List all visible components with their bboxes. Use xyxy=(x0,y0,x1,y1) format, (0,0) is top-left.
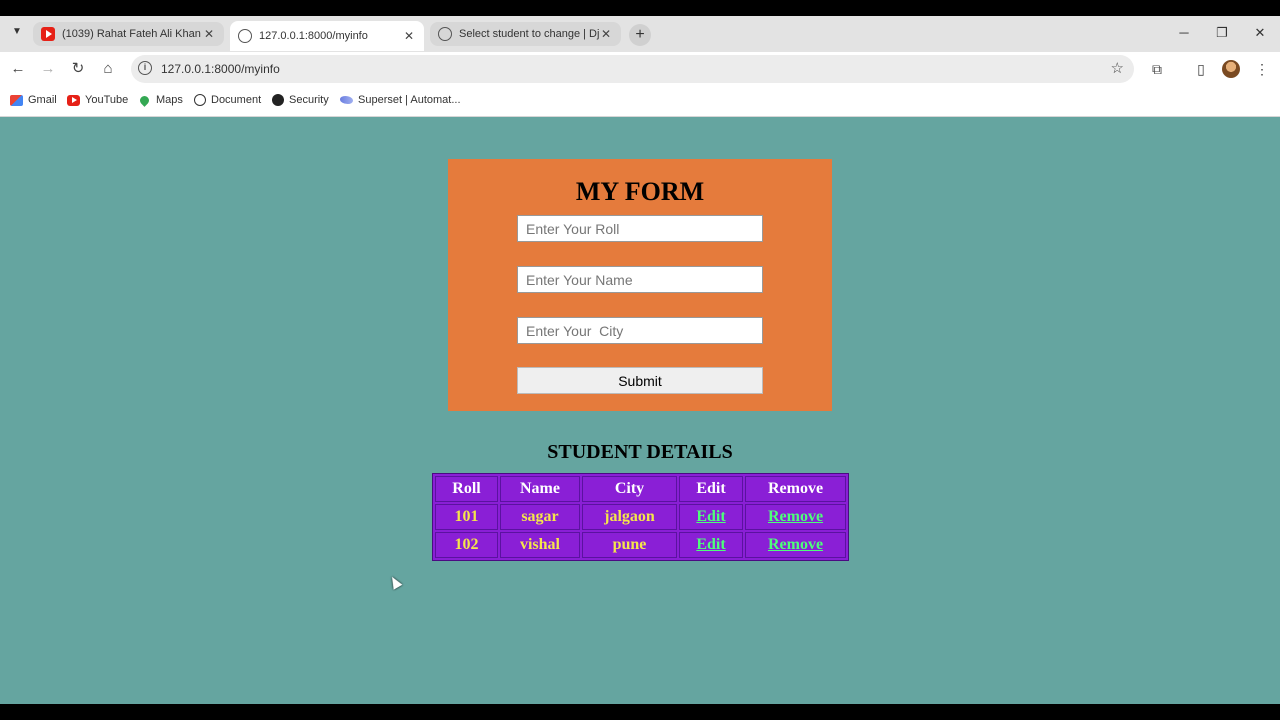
cell-name: vishal xyxy=(500,532,580,558)
student-form: MY FORM Submit xyxy=(448,159,832,411)
cell-edit: Edit xyxy=(679,532,743,558)
globe-icon xyxy=(438,27,452,41)
github-icon xyxy=(272,94,284,106)
bookmark-document[interactable]: Document xyxy=(194,94,261,106)
cell-name: sagar xyxy=(500,504,580,530)
profile-avatar-icon[interactable] xyxy=(1222,60,1240,78)
reload-icon[interactable]: ↻ xyxy=(68,59,88,79)
tab-django-admin[interactable]: Select student to change | Djan ✕ xyxy=(430,22,621,46)
star-icon[interactable]: ☆ xyxy=(1111,59,1124,77)
back-icon[interactable]: ← xyxy=(8,59,28,79)
globe-icon xyxy=(238,29,252,43)
maps-icon xyxy=(138,93,151,107)
bookmark-label: Security xyxy=(289,94,329,106)
tab-search-icon[interactable]: ▼ xyxy=(8,26,26,40)
edit-link[interactable]: Edit xyxy=(696,536,725,553)
submit-button[interactable]: Submit xyxy=(517,367,763,394)
url-text[interactable]: 127.0.0.1:8000/myinfo xyxy=(161,62,280,76)
close-window-icon[interactable]: ✕ xyxy=(1250,25,1270,41)
table-row: 102 vishal pune Edit Remove xyxy=(435,532,846,558)
menu-icon[interactable]: ⋮ xyxy=(1252,59,1272,79)
forward-icon[interactable]: → xyxy=(38,59,58,79)
mouse-cursor-icon xyxy=(387,574,403,590)
header-city: City xyxy=(582,476,677,502)
home-icon[interactable]: ⌂ xyxy=(98,59,118,79)
city-input[interactable] xyxy=(517,317,763,344)
screen-top-bar xyxy=(0,0,1280,16)
side-panel-icon[interactable]: ▯ xyxy=(1191,59,1211,79)
tab-myinfo[interactable]: 127.0.0.1:8000/myinfo ✕ xyxy=(230,21,424,51)
header-edit: Edit xyxy=(679,476,743,502)
bookmark-maps[interactable]: Maps xyxy=(138,93,183,107)
restore-icon[interactable]: ❐ xyxy=(1212,25,1232,41)
bookmark-label: Document xyxy=(211,94,262,106)
youtube-icon xyxy=(41,27,55,41)
tab-strip: ▼ (1039) Rahat Fateh Ali Khan - Z ✕ 127.… xyxy=(0,16,1280,52)
toolbar: ← → ↻ ⌂ i 127.0.0.1:8000/myinfo ☆ ⧉ ▯ ⋮ xyxy=(0,52,1280,86)
new-tab-button[interactable]: + xyxy=(629,24,651,46)
header-roll: Roll xyxy=(435,476,498,502)
cell-remove: Remove xyxy=(745,532,846,558)
remove-link[interactable]: Remove xyxy=(768,536,823,553)
table-header-row: Roll Name City Edit Remove xyxy=(435,476,846,502)
bookmark-label: YouTube xyxy=(85,94,129,106)
tab-youtube[interactable]: (1039) Rahat Fateh Ali Khan - Z ✕ xyxy=(33,22,224,46)
cell-city: pune xyxy=(582,532,677,558)
header-name: Name xyxy=(500,476,580,502)
bookmark-youtube[interactable]: YouTube xyxy=(67,94,128,106)
bookmark-security[interactable]: Security xyxy=(272,94,329,106)
edit-link[interactable]: Edit xyxy=(696,508,725,525)
header-remove: Remove xyxy=(745,476,846,502)
table-row: 101 sagar jalgaon Edit Remove xyxy=(435,504,846,530)
student-table: Roll Name City Edit Remove 101 sagar jal… xyxy=(432,473,849,561)
youtube-icon xyxy=(67,94,80,106)
bookmarks-bar: Gmail YouTube Maps Document Security Sup… xyxy=(0,86,1280,117)
gmail-icon xyxy=(10,94,23,106)
globe-icon xyxy=(194,94,206,106)
remove-link[interactable]: Remove xyxy=(768,508,823,525)
bookmark-superset[interactable]: Superset | Automat... xyxy=(340,94,461,106)
cell-edit: Edit xyxy=(679,504,743,530)
superset-icon xyxy=(340,96,353,104)
name-input[interactable] xyxy=(517,266,763,293)
close-icon[interactable]: ✕ xyxy=(402,29,416,43)
tab-title: (1039) Rahat Fateh Ali Khan - Z xyxy=(62,28,202,40)
screen-bottom-bar xyxy=(0,704,1280,720)
cell-roll: 101 xyxy=(435,504,498,530)
tab-title: 127.0.0.1:8000/myinfo xyxy=(259,30,368,42)
cell-city: jalgaon xyxy=(582,504,677,530)
details-title: STUDENT DETAILS xyxy=(547,441,733,463)
form-title: MY FORM xyxy=(575,177,705,206)
info-icon[interactable]: i xyxy=(138,61,152,75)
bookmark-label: Gmail xyxy=(28,94,57,106)
bookmark-label: Superset | Automat... xyxy=(358,94,461,106)
roll-input[interactable] xyxy=(517,215,763,242)
close-icon[interactable]: ✕ xyxy=(599,27,613,41)
tab-title: Select student to change | Djan xyxy=(459,28,599,40)
page-viewport: MY FORM Submit STUDENT DETAILS Roll Name… xyxy=(0,117,1280,704)
cell-remove: Remove xyxy=(745,504,846,530)
close-icon[interactable]: ✕ xyxy=(202,27,216,41)
address-bar[interactable]: i 127.0.0.1:8000/myinfo ☆ xyxy=(131,55,1134,83)
minimize-icon[interactable]: ─ xyxy=(1174,25,1194,40)
cell-roll: 102 xyxy=(435,532,498,558)
extensions-icon[interactable]: ⧉ xyxy=(1147,59,1167,79)
bookmark-label: Maps xyxy=(156,94,183,106)
bookmark-gmail[interactable]: Gmail xyxy=(10,94,57,106)
browser-chrome: ▼ (1039) Rahat Fateh Ali Khan - Z ✕ 127.… xyxy=(0,16,1280,117)
